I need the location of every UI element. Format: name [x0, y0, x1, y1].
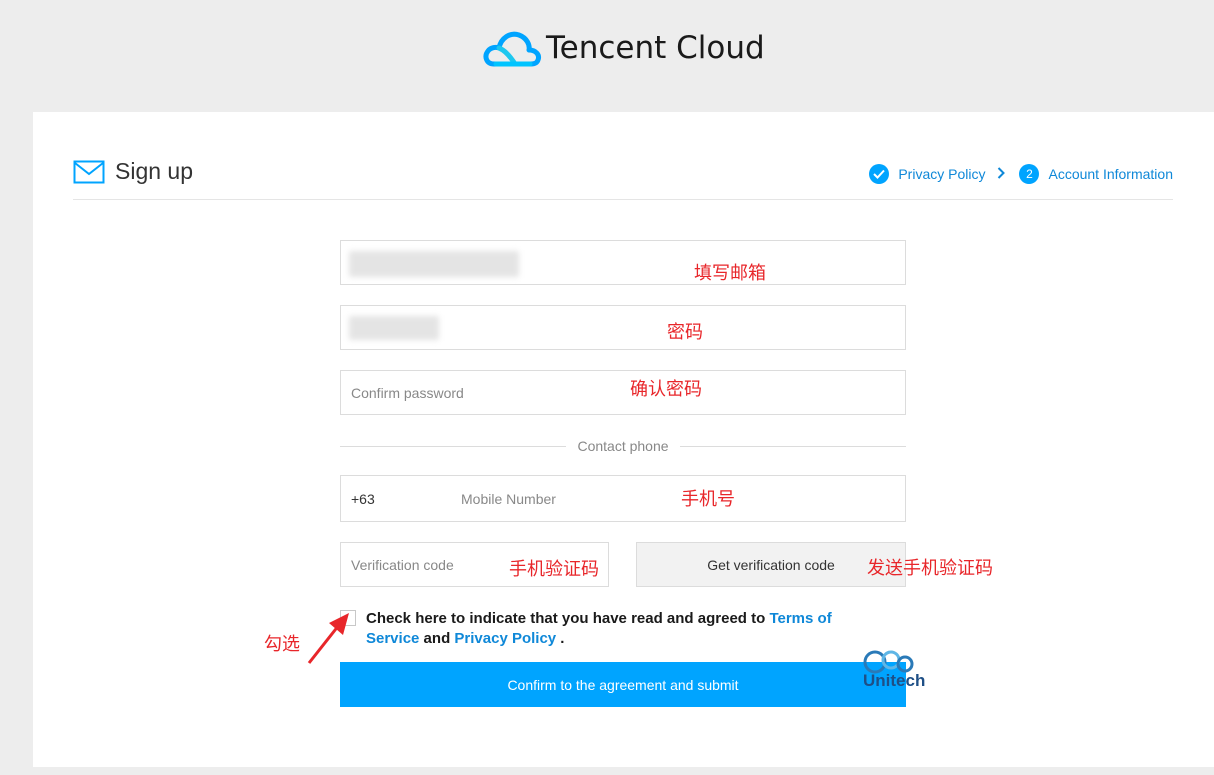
signup-card: Sign up Privacy Policy 2 Account Informa… — [33, 112, 1214, 767]
annotation-confirm: 确认密码 — [630, 379, 702, 400]
header: Tencent Cloud — [0, 0, 1214, 112]
step-account-information[interactable]: Account Information — [1048, 166, 1173, 182]
contact-phone-separator: Contact phone — [340, 436, 907, 456]
header-divider — [73, 199, 1173, 200]
watermark-text: Unitech — [863, 671, 925, 690]
separator-line-left — [340, 445, 567, 447]
brand-name: Tencent Cloud — [546, 30, 765, 66]
annotation-send-code: 发送手机验证码 — [867, 558, 993, 579]
tencent-cloud-logo-icon — [483, 31, 541, 67]
redacted-password — [349, 316, 439, 340]
progress-steps: Privacy Policy 2 Account Information — [869, 164, 1173, 184]
annotation-password: 密码 — [667, 322, 703, 343]
agreement-prefix: Check here to indicate that you have rea… — [366, 610, 770, 627]
annotation-mobile: 手机号 — [681, 489, 735, 510]
submit-button[interactable]: Confirm to the agreement and submit — [340, 662, 906, 707]
brand-logo[interactable]: Tencent Cloud — [482, 26, 765, 70]
annotation-email: 填写邮箱 — [694, 263, 766, 284]
annotation-verify: 手机验证码 — [509, 559, 599, 580]
mail-icon — [73, 160, 105, 183]
country-code-select[interactable]: +63 — [351, 491, 375, 507]
confirm-password-field-wrapper — [340, 370, 906, 415]
phone-field: +63 — [340, 475, 906, 522]
unitech-watermark-logo: Unitech — [863, 650, 925, 690]
redacted-email — [349, 251, 519, 277]
privacy-policy-link[interactable]: Privacy Policy — [454, 630, 556, 647]
annotation-check: 勾选 — [264, 634, 300, 655]
check-icon — [869, 164, 890, 184]
step-number-badge: 2 — [1019, 164, 1040, 184]
get-verification-code-button[interactable]: Get verification code — [636, 542, 906, 587]
agreement-and: and — [419, 630, 455, 647]
step-privacy-policy[interactable]: Privacy Policy — [898, 166, 985, 182]
chevron-right-icon — [997, 166, 1006, 182]
mobile-number-input[interactable] — [451, 476, 901, 521]
separator-line-right — [679, 445, 907, 447]
agreement-suffix: . — [556, 630, 565, 647]
page-title: Sign up — [115, 158, 194, 184]
contact-phone-label: Contact phone — [577, 438, 669, 454]
title-row: Sign up — [73, 158, 193, 185]
confirm-password-field[interactable] — [341, 371, 905, 414]
agreement-text: Check here to indicate that you have rea… — [366, 609, 856, 649]
annotation-arrow-icon — [307, 613, 349, 664]
password-field-wrapper — [340, 305, 906, 350]
email-field-wrapper — [340, 240, 906, 285]
